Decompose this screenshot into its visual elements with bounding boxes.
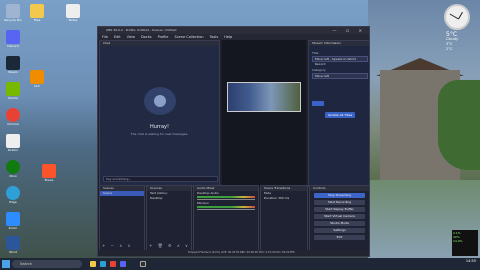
mic-audio-slider[interactable] (197, 209, 255, 210)
edge-icon[interactable] (100, 261, 106, 267)
exit-button[interactable]: Exit (314, 235, 365, 240)
stream-info-header: Stream Information (309, 41, 369, 46)
vlc-icon (30, 70, 44, 84)
system-meter-widget: 2.1% 32% 14.4% (452, 230, 478, 256)
source-item[interactable]: Desktop (147, 196, 191, 201)
window-controls[interactable]: — ☐ ✕ (333, 27, 366, 34)
sources-toolbar[interactable]: + 🗑 ⚙ ∧ ∨ (149, 243, 190, 248)
desktop-audio-slider[interactable] (197, 199, 255, 200)
desktop-icon-brave[interactable]: Brave (38, 164, 60, 188)
stream-title-field[interactable]: Minecraft - Speedrun World Record (312, 56, 368, 66)
file-icon (66, 4, 80, 18)
edge-icon (6, 186, 20, 200)
duration-field[interactable]: 300 ms (278, 196, 289, 200)
desktop-icon-edge[interactable]: Edge (2, 186, 24, 210)
clock-widget (444, 4, 470, 30)
stream-title-label: Title (312, 51, 319, 55)
desktop-icon-steam[interactable]: Steam (2, 56, 24, 80)
discord-icon (6, 30, 20, 44)
update-titles-button[interactable]: Update All Titles (325, 112, 355, 118)
recycle-bin-icon (6, 4, 20, 18)
scenes-toolbar[interactable]: + − ∧ ∨ (102, 243, 132, 248)
tray-clock[interactable]: 14:55 (466, 259, 476, 264)
studio-mode-button[interactable]: Studio Mode (314, 221, 365, 226)
zoom-icon (6, 212, 20, 226)
transitions-dock: Scene Transitions Fade Duration 300 ms (260, 185, 308, 251)
chat-input[interactable]: Say something... (103, 176, 218, 182)
desktop-icon-vlc[interactable]: VLC (26, 70, 48, 94)
steam-icon[interactable] (130, 261, 136, 267)
window-title: OBS 30.0.2 - Profile: Untitled - Scenes:… (106, 28, 177, 32)
desktop-icon-xbox[interactable]: Xbox (2, 160, 24, 184)
chat-dock: Chat Hurray! The chat is waiting for new… (99, 40, 220, 187)
controls-header: Controls (310, 186, 369, 191)
file-explorer-icon[interactable] (90, 261, 96, 267)
mic-audio-meter (197, 206, 255, 208)
word-icon (6, 236, 20, 250)
stream-category-label: Category (312, 68, 326, 72)
sources-dock: Sources Text (GDI+) Desktop + 🗑 ⚙ ∧ ∨ (146, 185, 192, 251)
controls-dock: Controls Stop Streaming Start Recording … (309, 185, 370, 251)
stream-info-small-button[interactable] (312, 101, 324, 106)
duration-label: Duration (264, 196, 278, 200)
taskbar: Search 14:55 (0, 258, 480, 270)
roblox-icon (6, 134, 20, 148)
stop-streaming-button[interactable]: Stop Streaming (314, 193, 365, 198)
scene-item[interactable]: Scene (100, 191, 144, 196)
start-replay-buffer-button[interactable]: Start Replay Buffer (314, 207, 365, 212)
weather-widget: 5°C Cloudy 3°C 2°C (446, 32, 478, 92)
desktop-icon-word[interactable]: Word (2, 236, 24, 260)
tray-time: 14:55 (465, 259, 476, 263)
obs-icon[interactable] (140, 261, 146, 267)
desktop-icon-roblox[interactable]: Roblox (2, 134, 24, 158)
windows-start-icon[interactable] (2, 260, 10, 268)
desktop-icon-zoom[interactable]: Zoom (2, 212, 24, 236)
discord-icon[interactable] (120, 261, 126, 267)
meter-line: 14.4% (453, 239, 463, 243)
chat-empty-icon (144, 87, 176, 115)
obs-titlebar[interactable]: OBS 30.0.2 - Profile: Untitled - Scenes:… (98, 27, 369, 34)
desktop-icon-files[interactable]: Files (26, 4, 48, 28)
desktop-icon-nvidia[interactable]: Nvidia (2, 82, 24, 106)
chat-empty-subtitle: The chat is waiting for new messages. (130, 132, 189, 136)
status-bar: Dropped Frames 0 (0.0%) LIVE: 00:43:55 R… (98, 250, 369, 256)
desktop-icon-discord[interactable]: Discord (2, 30, 24, 54)
obs-window[interactable]: OBS 30.0.2 - Profile: Untitled - Scenes:… (97, 26, 370, 257)
folder-icon (30, 4, 44, 18)
settings-button[interactable]: Settings (314, 228, 365, 233)
chat-empty-title: Hurray! (150, 124, 169, 130)
nvidia-icon (6, 82, 20, 96)
taskbar-search-input[interactable]: Search (12, 260, 82, 268)
chrome-icon[interactable] (110, 261, 116, 267)
preview-source-image (227, 82, 301, 112)
stream-category-field[interactable]: Minecraft (312, 73, 368, 79)
desktop-audio-meter (197, 196, 255, 198)
chat-dock-header: Chat (100, 41, 219, 46)
weather-line: 2°C (446, 47, 453, 51)
stream-info-dock: Stream Information Title Minecraft - Spe… (308, 40, 370, 187)
desktop-icon-notes[interactable]: Notes (62, 4, 84, 28)
scenes-dock: Scenes Scene + − ∧ ∨ (99, 185, 145, 251)
desktop-icon-recycle-bin[interactable]: Recycle Bin (2, 4, 24, 28)
chrome-icon (6, 108, 20, 122)
audio-mixer-dock: Audio Mixer Desktop Audio Mic/Aux (193, 185, 259, 251)
wallpaper-tree (438, 80, 480, 170)
desktop-icon-chrome[interactable]: Chrome (2, 108, 24, 132)
steam-icon (6, 56, 20, 70)
start-recording-button[interactable]: Start Recording (314, 200, 365, 205)
start-virtual-camera-button[interactable]: Start Virtual Camera (314, 214, 365, 219)
xbox-icon (6, 160, 20, 174)
preview-canvas[interactable] (222, 40, 306, 187)
brave-icon (42, 164, 56, 178)
